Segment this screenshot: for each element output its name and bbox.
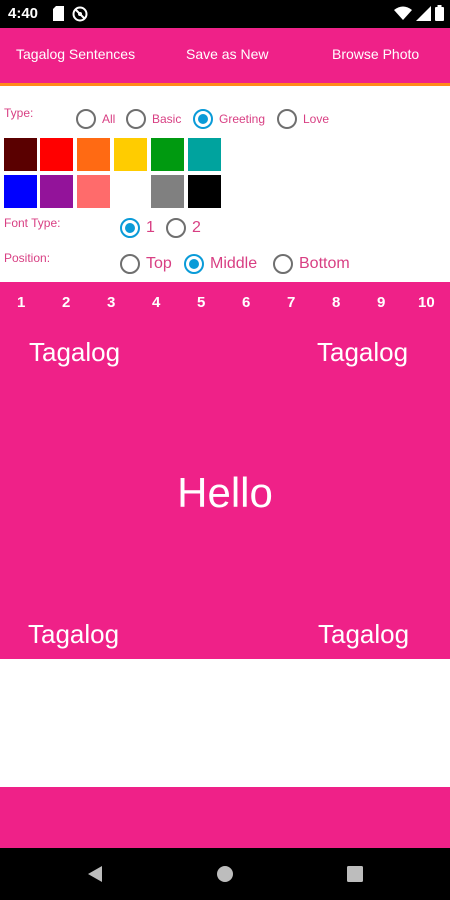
status-bar: 4:40 <box>0 0 450 28</box>
radio-circle-checked <box>184 254 204 274</box>
color-swatch[interactable] <box>40 138 73 171</box>
radio-circle <box>273 254 293 274</box>
bottom-right-text: Tagalog <box>318 619 410 649</box>
sentence-number-1[interactable]: 1 <box>17 294 25 311</box>
color-swatch[interactable] <box>77 175 110 208</box>
top-left-text: Tagalog <box>29 337 121 367</box>
position-option-label: Middle <box>210 255 258 272</box>
position-radio-top[interactable]: Top <box>120 254 172 274</box>
type-label: Type: <box>4 106 34 120</box>
position-option-label: Bottom <box>299 255 350 272</box>
sentence-number-6[interactable]: 6 <box>242 294 250 311</box>
color-swatch[interactable] <box>151 175 184 208</box>
color-swatch[interactable] <box>151 138 184 171</box>
navigation-bar <box>0 848 450 900</box>
home-icon[interactable] <box>216 864 234 889</box>
sentence-number-8[interactable]: 8 <box>332 294 340 311</box>
radio-circle <box>166 218 186 238</box>
position-radio-bottom[interactable]: Bottom <box>273 254 350 274</box>
sentence-number-3[interactable]: 3 <box>107 294 115 311</box>
color-swatch[interactable] <box>188 138 221 171</box>
color-swatch[interactable] <box>4 175 37 208</box>
center-text: Hello <box>177 469 273 516</box>
recents-icon[interactable] <box>346 864 364 889</box>
tagalog-sentences-button[interactable]: Tagalog Sentences <box>16 28 135 83</box>
radio-circle <box>277 109 297 129</box>
color-swatch[interactable] <box>40 175 73 208</box>
status-right-icons <box>394 5 444 26</box>
sentence-number-10[interactable]: 10 <box>418 294 435 311</box>
battery-icon <box>435 5 444 26</box>
position-radio-middle[interactable]: Middle <box>184 254 257 274</box>
wifi-icon <box>394 6 412 26</box>
font-option-label: 2 <box>192 219 201 236</box>
position-option-label: Top <box>146 255 172 272</box>
radio-circle-checked <box>193 109 213 129</box>
color-swatch[interactable] <box>114 138 147 171</box>
sentence-number-5[interactable]: 5 <box>197 294 205 311</box>
sentence-number-9[interactable]: 9 <box>377 294 385 311</box>
preview-canvas[interactable]: 1 2 3 4 5 6 7 8 9 10 Tagalog Tagalog Hel… <box>0 282 450 659</box>
browse-photo-button[interactable]: Browse Photo <box>332 28 419 83</box>
color-swatch[interactable] <box>77 138 110 171</box>
radio-circle-checked <box>120 218 140 238</box>
status-time: 4:40 <box>8 5 39 22</box>
color-swatch[interactable] <box>114 175 147 208</box>
options-panel: Type: All Basic Greeting Love Font Type:… <box>0 89 450 282</box>
type-radio-basic[interactable]: Basic <box>126 109 181 129</box>
color-swatch[interactable] <box>188 175 221 208</box>
type-option-label: Basic <box>152 112 182 126</box>
font-option-label: 1 <box>146 219 155 236</box>
radio-circle <box>120 254 140 274</box>
type-radio-love[interactable]: Love <box>277 109 329 129</box>
color-swatch[interactable] <box>4 138 37 171</box>
font-radio-2[interactable]: 2 <box>166 218 201 238</box>
sentence-number-7[interactable]: 7 <box>287 294 295 311</box>
sentence-number-4[interactable]: 4 <box>152 294 160 311</box>
ad-banner-area <box>0 787 450 848</box>
cell-signal-icon <box>416 5 431 26</box>
sim-card-icon <box>53 6 64 26</box>
save-as-new-button[interactable]: Save as New <box>186 28 268 83</box>
bottom-left-text: Tagalog <box>28 619 120 649</box>
type-option-label: Greeting <box>219 112 266 126</box>
font-type-label: Font Type: <box>4 216 61 230</box>
radio-circle <box>126 109 146 129</box>
action-bar: Tagalog Sentences Save as New Browse Pho… <box>0 28 450 86</box>
position-label: Position: <box>4 251 51 265</box>
type-option-label: All <box>102 112 116 126</box>
radio-circle <box>76 109 96 129</box>
font-radio-1[interactable]: 1 <box>120 218 155 238</box>
top-right-text: Tagalog <box>317 337 409 367</box>
sentence-number-2[interactable]: 2 <box>62 294 70 311</box>
type-radio-greeting[interactable]: Greeting <box>193 109 265 129</box>
type-option-label: Love <box>303 112 330 126</box>
back-icon[interactable] <box>86 864 104 889</box>
blank-area <box>0 659 450 787</box>
type-radio-all[interactable]: All <box>76 109 115 129</box>
do-not-disturb-icon <box>72 6 88 27</box>
